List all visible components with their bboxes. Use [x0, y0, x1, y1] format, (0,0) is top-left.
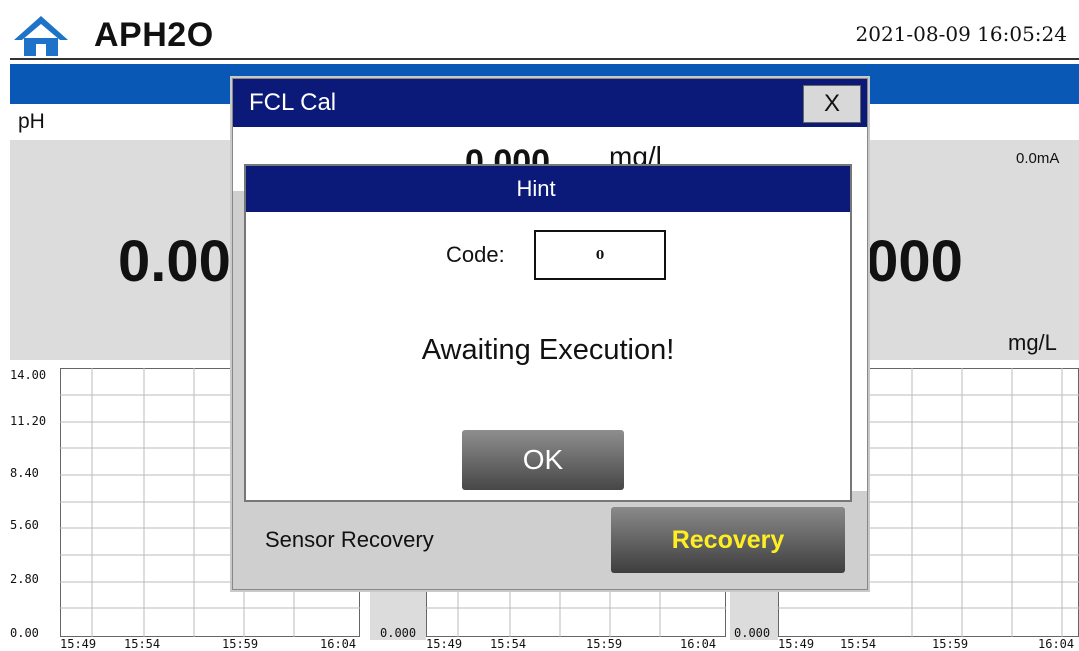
home-icon[interactable]: [12, 14, 70, 58]
fcl-unit: mg/L: [1008, 330, 1057, 355]
ph-label: pH: [18, 110, 45, 133]
hint-dialog: Hint Code: Awaiting Execution! OK: [244, 164, 852, 502]
code-input[interactable]: [534, 230, 666, 280]
y-tick: 11.20: [10, 414, 47, 428]
x-tick: 16:04: [320, 637, 357, 651]
x-tick: 15:54: [124, 637, 161, 651]
code-label: Code:: [446, 242, 505, 267]
y-tick: 0.000: [734, 626, 771, 640]
x-tick: 16:04: [680, 637, 717, 651]
hint-message: Awaiting Execution!: [421, 334, 675, 366]
y-tick: 14.00: [10, 368, 47, 382]
ok-button[interactable]: OK: [462, 430, 624, 490]
x-tick: 16:04: [1038, 637, 1075, 651]
x-tick: 15:49: [426, 637, 463, 651]
recovery-button[interactable]: Recovery: [611, 507, 845, 573]
y-tick: 2.80: [10, 572, 39, 586]
x-tick: 15:54: [840, 637, 877, 651]
ph-value: 0.00: [118, 229, 231, 294]
x-tick: 15:49: [778, 637, 815, 651]
fcl-cal-titlebar: FCL Cal X: [233, 79, 867, 127]
x-tick: 15:49: [60, 637, 97, 651]
datetime: 2021-08-09 16:05:24: [855, 22, 1068, 46]
header-divider: [10, 58, 1079, 60]
fcl-cal-title: FCL Cal: [249, 89, 337, 116]
sensor-recovery-label: Sensor Recovery: [265, 527, 434, 552]
app-title: APH2O: [94, 16, 214, 54]
x-tick: 15:54: [490, 637, 527, 651]
y-tick: 5.60: [10, 518, 39, 532]
y-tick: 8.40: [10, 466, 39, 480]
hint-title: Hint: [516, 176, 556, 201]
y-tick: 0.000: [380, 626, 417, 640]
x-tick: 15:59: [932, 637, 969, 651]
y-tick: 0.00: [10, 626, 39, 640]
x-tick: 15:59: [222, 637, 259, 651]
hint-titlebar: Hint: [246, 166, 850, 212]
current-ma: 0.0mA: [1016, 150, 1060, 167]
x-tick: 15:59: [586, 637, 623, 651]
close-button[interactable]: X: [803, 85, 861, 123]
